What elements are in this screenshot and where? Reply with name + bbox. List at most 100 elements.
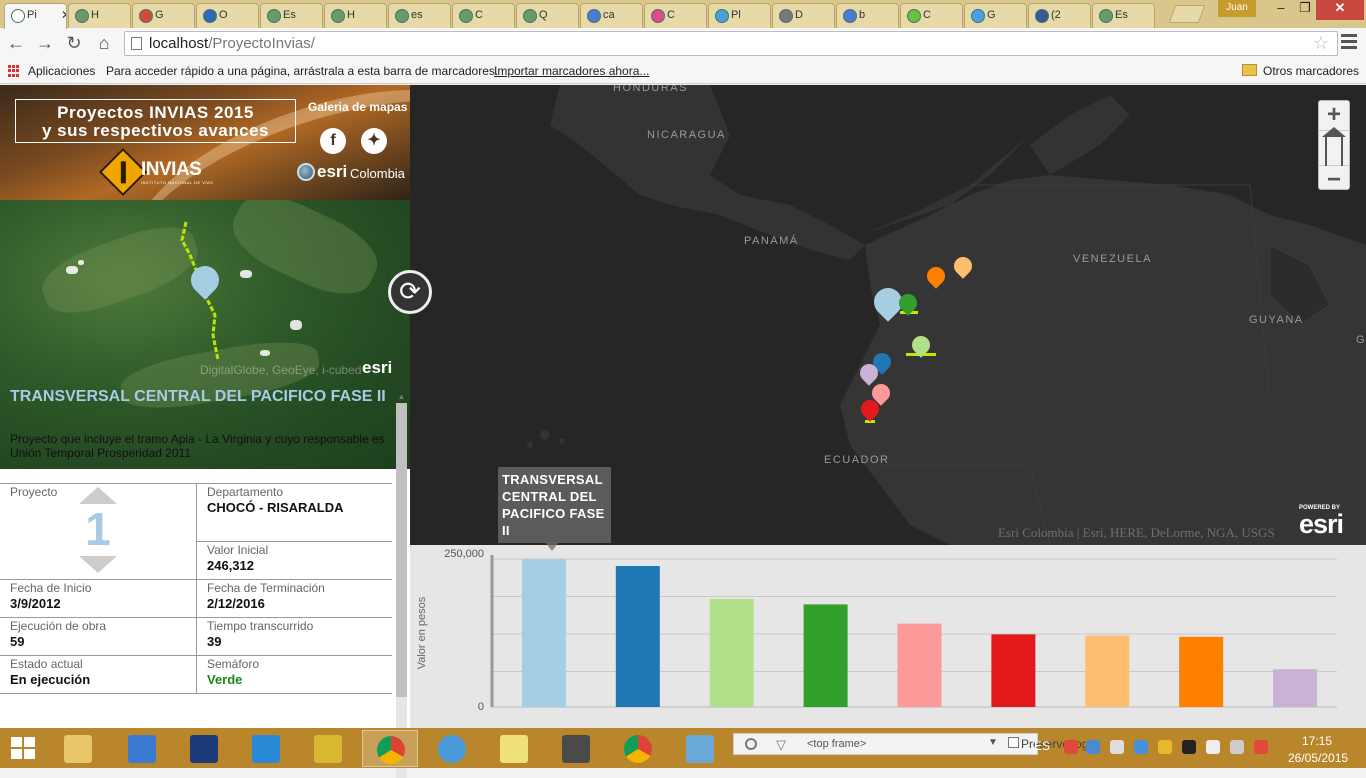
chart-bar[interactable] [615,566,660,707]
tray-drive-icon[interactable] [1134,740,1148,754]
chart-bar[interactable] [1179,636,1224,707]
frame-selector[interactable]: <top frame> [807,738,866,750]
thumbnail-esri-logo: esri [362,358,393,377]
chevron-down-icon[interactable]: ▼ [988,737,998,748]
tray-chrome-icon[interactable] [1064,740,1078,754]
taskbar-chrome-icon[interactable] [362,730,418,767]
scrollbar-thumb[interactable] [396,403,407,697]
clock-time[interactable]: 17:15 [1302,734,1332,748]
filter-icon[interactable]: ▽ [776,737,786,753]
reload-button[interactable]: ↻ [62,32,86,54]
tab-label: G [155,9,164,21]
next-project-arrow-icon[interactable] [79,556,117,573]
folder-icon [1242,64,1257,76]
facebook-icon[interactable]: f [320,128,346,154]
tray-network-globe-icon[interactable] [1086,740,1100,754]
map-gallery-link[interactable]: Galeria de mapas [308,100,407,114]
bookmark-star-icon[interactable]: ☆ [1313,33,1329,54]
chart-tooltip-arrow [545,542,559,551]
tab-label: es [411,9,423,21]
apps-grid-icon[interactable] [8,65,20,77]
browser-tab[interactable]: H [68,3,131,28]
chart-bar[interactable] [1085,635,1130,707]
browser-tab[interactable]: G [964,3,1027,28]
home-button[interactable]: ⌂ [92,32,116,54]
taskbar-sublime-icon[interactable] [548,730,604,767]
taskbar-explorer-icon[interactable] [50,730,106,767]
tray-device-icon[interactable] [1206,740,1220,754]
chart-bar[interactable] [897,623,942,707]
browser-tab[interactable]: (2 [1028,3,1091,28]
zoom-out-button[interactable]: − [1319,166,1349,196]
clear-console-icon[interactable] [745,738,757,750]
maximize-button[interactable]: ❐ [1294,0,1316,20]
app-title-line1: Proyectos INVIAS 2015 [57,103,254,122]
apps-link[interactable]: Aplicaciones [28,64,95,78]
taskbar-visual-studio-icon[interactable] [176,730,232,767]
tab-label: C [475,9,483,21]
esri-logo[interactable]: esri [1299,509,1344,540]
clock-date[interactable]: 26/05/2015 [1288,751,1348,765]
taskbar-installer-icon[interactable] [300,730,356,767]
tray-upload-icon[interactable] [1158,740,1172,754]
taskbar-vscode-icon[interactable] [238,730,294,767]
browser-tab[interactable]: b [836,3,899,28]
language-indicator[interactable]: ES [1034,739,1050,753]
forward-button[interactable]: → [33,32,57,54]
tray-network-icon[interactable] [1230,740,1244,754]
taskbar-notes-icon[interactable] [486,730,542,767]
tray-flag-icon[interactable] [1110,740,1124,754]
taskbar-search-icon[interactable] [424,730,480,767]
taskbar-chrome-icon-2[interactable] [610,730,666,767]
browser-tab[interactable]: O [196,3,259,28]
browser-tab[interactable]: D [772,3,835,28]
tray-camera-icon[interactable] [1182,740,1196,754]
estado-label: Estado actual [10,657,83,671]
tiempo-value: 39 [207,634,222,649]
browser-tab[interactable]: C [900,3,963,28]
minimize-button[interactable]: – [1268,0,1294,20]
browser-toolbar: ← → ↻ ⌂ localhost/ProyectoInvias/ ☆ [0,28,1366,58]
address-bar[interactable]: localhost/ProyectoInvias/ ☆ [124,31,1338,56]
swap-view-button[interactable]: ⟳ [388,270,432,314]
chart-bar[interactable] [1273,669,1318,707]
tab-label: b [859,9,866,21]
divider [0,693,392,694]
chart-bar[interactable] [521,559,566,707]
browser-tab[interactable]: Pl [708,3,771,28]
browser-tab[interactable]: C [644,3,707,28]
other-bookmarks-link[interactable]: Otros marcadores [1263,64,1359,78]
browser-tab[interactable]: G [132,3,195,28]
taskbar-photos-icon[interactable] [672,730,728,767]
user-profile-badge[interactable]: Juan [1218,0,1256,17]
browser-tab[interactable]: Pi ✕ [4,3,67,29]
browser-tab[interactable]: ca [580,3,643,28]
close-window-button[interactable]: ✕ [1316,0,1364,20]
project-route-overlay [180,221,220,361]
browser-tab[interactable]: Es [1092,3,1155,28]
browser-tab[interactable]: es [388,3,451,28]
tray-volume-muted-icon[interactable] [1254,740,1268,754]
taskbar-remote-desktop-icon[interactable] [114,730,170,767]
back-button[interactable]: ← [4,32,28,54]
zoom-control: + − [1318,100,1350,193]
home-icon [1322,127,1346,166]
chart-bar[interactable] [991,634,1036,707]
chart-bar[interactable] [709,599,754,707]
divider [0,579,392,580]
browser-tab[interactable]: H [324,3,387,28]
scroll-up-arrow[interactable]: ▲ [396,392,407,402]
browser-tab[interactable]: Es [260,3,323,28]
chart-bar[interactable] [803,604,848,707]
import-bookmarks-link[interactable]: Importar marcadores ahora... [494,64,649,78]
preserve-log-checkbox[interactable] [1008,737,1019,748]
windows-start-icon[interactable] [11,737,37,761]
twitter-icon[interactable]: ✦ [361,128,387,154]
browser-tab[interactable]: Q [516,3,579,28]
satellite-thumbnail-map[interactable]: Digita­lGlobe, GeoEye, i-cubed esri [0,200,410,469]
tab-close-icon[interactable]: ✕ [61,8,66,22]
browser-menu-icon[interactable] [1341,34,1357,50]
home-extent-button[interactable] [1319,127,1349,166]
map-attribution: Esri Colombia | Esri, HERE, DeLorme, NGA… [998,525,1275,540]
browser-tab[interactable]: C [452,3,515,28]
